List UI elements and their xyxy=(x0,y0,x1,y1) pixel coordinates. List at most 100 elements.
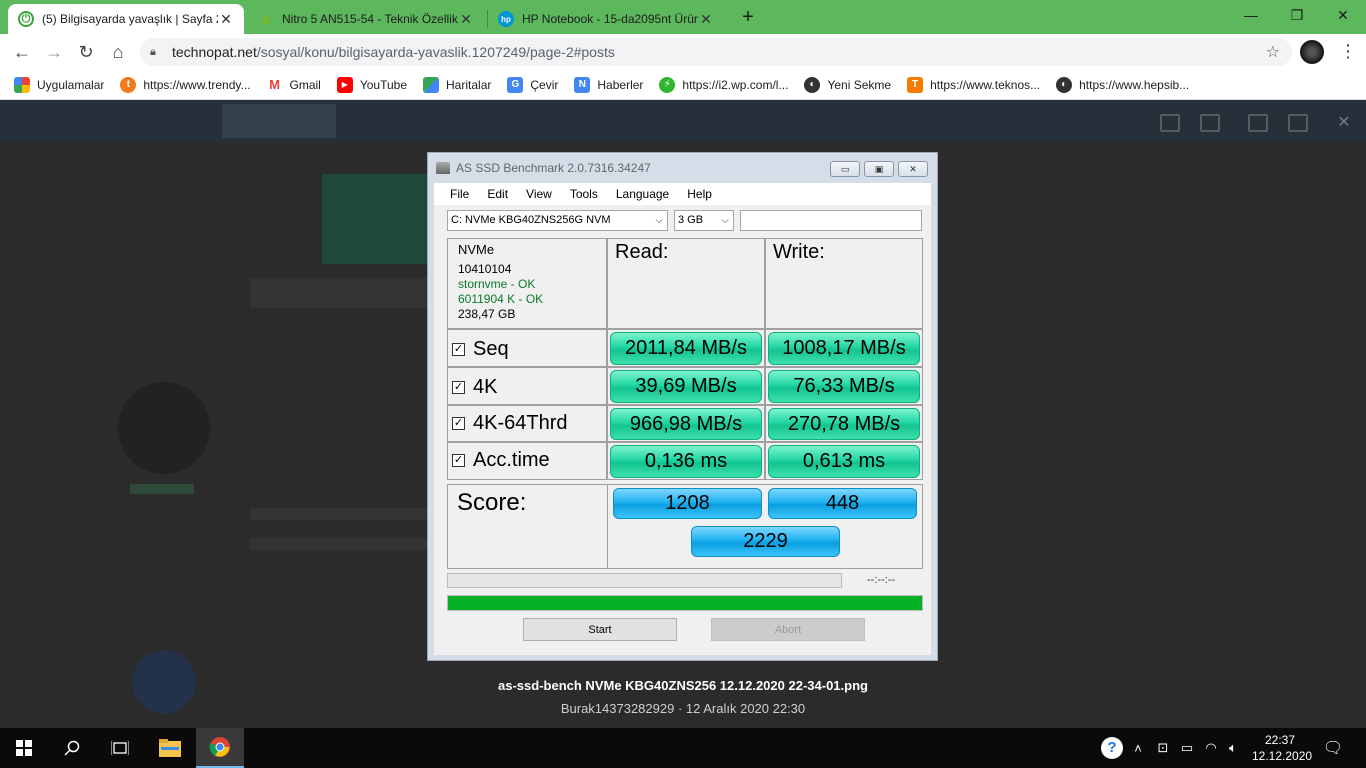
windows-start-icon[interactable] xyxy=(0,728,48,768)
tab-title: (5) Bilgisayarda yavaşlık | Sayfa 2 | xyxy=(42,12,218,26)
4k-write-cell: 76,33 MB/s xyxy=(765,367,923,405)
youtube-icon: ▶ xyxy=(336,76,353,93)
bookmark-label: Yeni Sekme xyxy=(827,77,892,92)
battery-icon[interactable]: ▭ xyxy=(1176,728,1198,768)
score-label: Score: xyxy=(457,489,527,516)
bookmark-youtube[interactable]: ▶ YouTube xyxy=(336,76,407,93)
menu-help: Help xyxy=(687,187,712,201)
4k64-label: 4K-64Thrd xyxy=(473,412,568,434)
menu-edit: Edit xyxy=(487,187,509,201)
tab-bilgisayarda-yavaslik[interactable]: ⏻ (5) Bilgisayarda yavaşlık | Sayfa 2 | … xyxy=(8,4,244,34)
meet-now-icon[interactable]: ⊡ xyxy=(1152,728,1174,768)
abort-button: Abort xyxy=(711,618,865,641)
notifications-icon[interactable]: 🗨︎ xyxy=(1320,728,1346,768)
maps-icon xyxy=(423,76,440,93)
bookmark-i2wp[interactable]: ⚡ https://i2.wp.com/l... xyxy=(659,76,789,93)
checkbox-checked-icon: ✓ xyxy=(452,417,465,430)
reload-icon[interactable]: ↻ xyxy=(74,40,98,64)
technopat-favicon-icon: ⏻ xyxy=(18,11,34,27)
site-nav-tab xyxy=(222,104,336,138)
checkbox-checked-icon: ✓ xyxy=(452,343,465,356)
ghost-avatar xyxy=(118,382,210,474)
bookmark-new-tab[interactable]: ◐ Yeni Sekme xyxy=(804,76,892,93)
chevron-down-icon: ⌵ xyxy=(655,215,663,226)
back-arrow-icon[interactable]: ← xyxy=(10,40,34,64)
url-host: technopat.net xyxy=(172,44,257,60)
bookmark-translate[interactable]: G Çevir xyxy=(507,76,558,93)
search-icon[interactable] xyxy=(48,728,96,768)
bookmark-star-icon[interactable]: ☆ xyxy=(1266,42,1280,62)
tab-close-icon[interactable]: ✕ xyxy=(698,11,714,28)
ghost-text-line xyxy=(250,508,430,520)
menu-tools: Tools xyxy=(569,187,598,201)
4k64-read-value: 966,98 MB/s xyxy=(610,408,762,440)
bookmark-trendyol[interactable]: t https://www.trendy... xyxy=(120,76,251,93)
bookmark-news[interactable]: N Haberler xyxy=(574,76,644,93)
seq-label: Seq xyxy=(473,338,509,360)
open-external-icon[interactable] xyxy=(1200,114,1220,132)
chevron-up-icon[interactable]: ˄ xyxy=(1128,728,1148,768)
acctime-read-cell: 0,136 ms xyxy=(607,442,765,480)
url-path: /sosyal/konu/bilgisayarda-yavaslik.12072… xyxy=(256,44,615,60)
close-lightbox-icon[interactable]: ✕ xyxy=(1320,100,1366,144)
bookmark-apps[interactable]: Uygulamalar xyxy=(14,76,104,93)
drive-info-cell: NVMe 10410104 stornvme - OK 6011904 K - … xyxy=(447,238,607,329)
image-filename: as-ssd-bench NVMe KBG40ZNS256 12.12.2020… xyxy=(498,678,868,693)
chrome-menu-icon[interactable]: ⋮ xyxy=(1338,40,1358,64)
forward-arrow-icon[interactable]: → xyxy=(42,40,66,64)
chrome-taskbar-icon[interactable] xyxy=(196,728,244,768)
score-write-value: 448 xyxy=(768,488,917,519)
bookmark-label: https://www.hepsib... xyxy=(1079,77,1190,92)
menu-view: View xyxy=(526,187,552,201)
bookmark-teknosa[interactable]: T https://www.teknos... xyxy=(907,76,1040,93)
close-window-button[interactable]: ✕ xyxy=(1320,0,1366,30)
home-icon[interactable]: ⌂ xyxy=(106,40,130,64)
tab-title: HP Notebook - 15-da2095nt Ürün xyxy=(522,12,698,26)
bookmark-hepsiburada[interactable]: ◐ https://www.hepsib... xyxy=(1056,76,1190,93)
wp-icon: ⚡ xyxy=(659,76,676,93)
address-bar[interactable]: 🔒︎ technopat.net/sosyal/konu/bilgisayard… xyxy=(140,38,1292,66)
download-icon[interactable] xyxy=(1288,114,1308,132)
trendyol-icon: t xyxy=(120,76,137,93)
bookmark-label: https://i2.wp.com/l... xyxy=(682,77,789,92)
image-caption: as-ssd-bench NVMe KBG40ZNS256 12.12.2020… xyxy=(0,678,1366,716)
apps-icon xyxy=(14,76,30,93)
size-select-value: 3 GB xyxy=(678,214,704,226)
drive-select-value: C: NVMe KBG40ZNS256G NVM xyxy=(451,214,611,226)
as-ssd-minimize-button: ▭ xyxy=(830,161,860,177)
minimize-button[interactable]: — xyxy=(1228,0,1274,30)
volume-muted-icon[interactable]: 🔈︎ xyxy=(1222,728,1244,768)
tab-hp-notebook[interactable]: hp HP Notebook - 15-da2095nt Ürün ✕ xyxy=(488,4,724,34)
as-ssd-close-button: ✕ xyxy=(898,161,928,177)
task-view-icon[interactable] xyxy=(96,728,144,768)
image-meta: Burak14373282929 · 12 Aralık 2020 22:30 xyxy=(560,701,806,716)
write-header: Write: xyxy=(773,241,825,263)
bookmark-maps[interactable]: Haritalar xyxy=(423,76,492,93)
as-ssd-client: File Edit View Tools Language Help C: NV… xyxy=(434,183,931,655)
bookmark-label: Haberler xyxy=(597,77,644,92)
bookmark-label: Haritalar xyxy=(446,77,492,92)
ghost-username xyxy=(130,484,194,494)
score-values-cell: 1208 448 2229 xyxy=(607,484,923,569)
file-explorer-icon[interactable] xyxy=(146,728,194,768)
bookmarks-bar: Uygulamalar t https://www.trendy... M Gm… xyxy=(0,70,1366,100)
new-tab-button[interactable]: + xyxy=(738,6,758,28)
fullscreen-icon[interactable] xyxy=(1248,114,1268,132)
help-icon[interactable]: ? xyxy=(1100,728,1124,768)
tab-nitro5[interactable]: a Nitro 5 AN515-54 - Teknik Özellik ✕ xyxy=(248,4,484,34)
bookmark-gmail[interactable]: M Gmail xyxy=(266,76,321,93)
acer-favicon-icon: a xyxy=(262,11,270,27)
profile-avatar[interactable] xyxy=(1300,40,1324,64)
taskbar-clock[interactable]: 22:37 12.12.2020 xyxy=(1252,732,1312,764)
globe-icon: ◐ xyxy=(804,76,821,93)
zoom-icon[interactable] xyxy=(1160,114,1180,132)
wifi-icon[interactable]: ◠ xyxy=(1200,728,1222,768)
restore-button[interactable]: ❐ xyxy=(1274,0,1320,30)
4k-read-value: 39,69 MB/s xyxy=(610,370,762,403)
4k64-label-cell: ✓ 4K-64Thrd xyxy=(447,405,607,442)
tab-close-icon[interactable]: ✕ xyxy=(218,11,234,28)
test-progress-bar xyxy=(447,573,842,588)
tab-close-icon[interactable]: ✕ xyxy=(458,11,474,28)
acctime-write-cell: 0,613 ms xyxy=(765,442,923,480)
empty-textbox xyxy=(740,210,922,231)
